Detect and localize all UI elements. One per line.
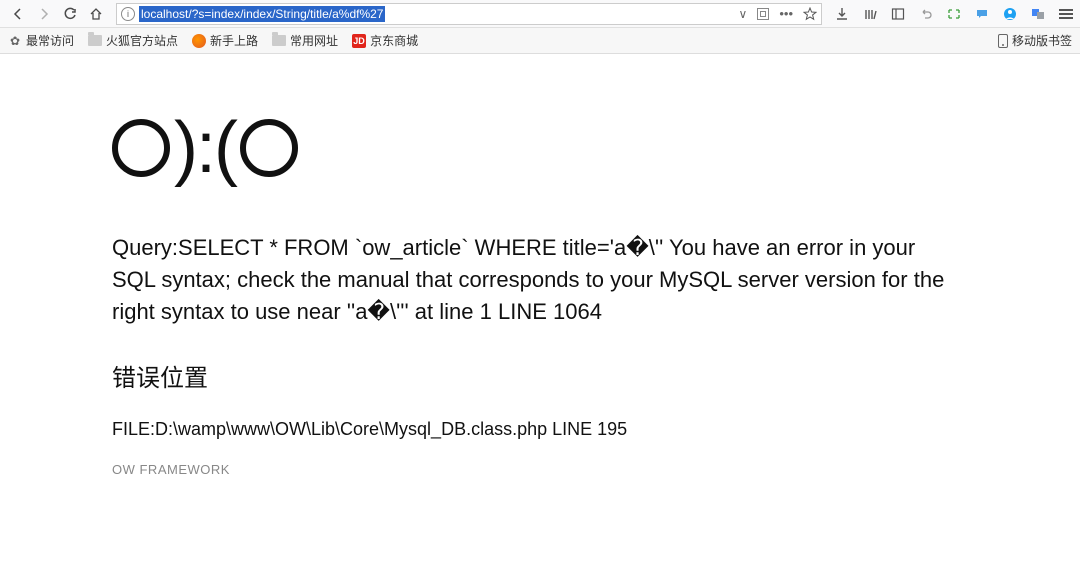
bookmark-newbie[interactable]: 新手上路 <box>192 32 258 49</box>
folder-icon <box>88 34 102 48</box>
downloads-icon[interactable] <box>834 6 850 22</box>
error-location-title: 错误位置 <box>112 358 962 393</box>
nav-buttons <box>10 6 104 22</box>
bookmarks-bar: ✿ 最常访问 火狐官方站点 新手上路 常用网址 JD 京东商城 移动版书签 <box>0 28 1080 54</box>
library-icon[interactable] <box>862 6 878 22</box>
menu-icon[interactable] <box>1058 6 1074 22</box>
screenshot-icon[interactable] <box>946 6 962 22</box>
forward-button[interactable] <box>36 6 52 22</box>
mobile-icon <box>998 34 1008 48</box>
bookmark-label: 京东商城 <box>370 32 418 49</box>
framework-label: OW FRAMEWORK <box>112 462 962 477</box>
info-icon[interactable]: i <box>121 7 135 21</box>
firefox-icon <box>192 34 206 48</box>
urlbar-right-icons: ∨ ••• <box>739 6 817 21</box>
face-symbols: ):( <box>174 112 236 184</box>
face-ring-left <box>112 119 170 177</box>
bookmark-firefox-official[interactable]: 火狐官方站点 <box>88 32 178 49</box>
bookmark-common-sites[interactable]: 常用网址 <box>272 32 338 49</box>
bookmark-most-visited[interactable]: ✿ 最常访问 <box>8 32 74 49</box>
face-ring-right <box>240 119 298 177</box>
bookmark-label: 移动版书签 <box>1012 32 1072 49</box>
bookmark-label: 最常访问 <box>26 32 74 49</box>
sidebar-icon[interactable] <box>890 6 906 22</box>
back-button[interactable] <box>10 6 26 22</box>
bookmark-star-icon[interactable] <box>803 7 817 21</box>
reload-button[interactable] <box>62 6 78 22</box>
browser-toolbar: i localhost/?s=index/index/String/title/… <box>0 0 1080 28</box>
bookmark-mobile[interactable]: 移动版书签 <box>998 32 1072 49</box>
bookmark-label: 新手上路 <box>210 32 258 49</box>
jd-icon: JD <box>352 34 366 48</box>
folder-icon <box>272 34 286 48</box>
url-text: localhost/?s=index/index/String/title/a%… <box>139 6 385 22</box>
bookmark-label: 火狐官方站点 <box>106 32 178 49</box>
translate-icon[interactable] <box>1030 6 1046 22</box>
qr-icon[interactable] <box>757 8 769 20</box>
chat-icon[interactable] <box>974 6 990 22</box>
bookmark-jd[interactable]: JD 京东商城 <box>352 32 418 49</box>
sql-error-message: Query:SELECT * FROM `ow_article` WHERE t… <box>112 232 962 328</box>
gear-icon: ✿ <box>8 34 22 48</box>
firefox-account-icon[interactable] <box>1002 6 1018 22</box>
page-content: ):( Query:SELECT * FROM `ow_article` WHE… <box>0 112 1080 477</box>
error-face: ):( <box>112 112 962 184</box>
home-button[interactable] <box>88 6 104 22</box>
error-file-line: FILE:D:\wamp\www\OW\Lib\Core\Mysql_DB.cl… <box>112 419 962 440</box>
url-bar[interactable]: i localhost/?s=index/index/String/title/… <box>116 3 822 25</box>
bookmark-label: 常用网址 <box>290 32 338 49</box>
undo-icon[interactable] <box>918 6 934 22</box>
reader-mode-icon[interactable]: ∨ <box>739 7 748 21</box>
page-action-dots[interactable]: ••• <box>779 6 793 21</box>
toolbar-right <box>834 6 1074 22</box>
